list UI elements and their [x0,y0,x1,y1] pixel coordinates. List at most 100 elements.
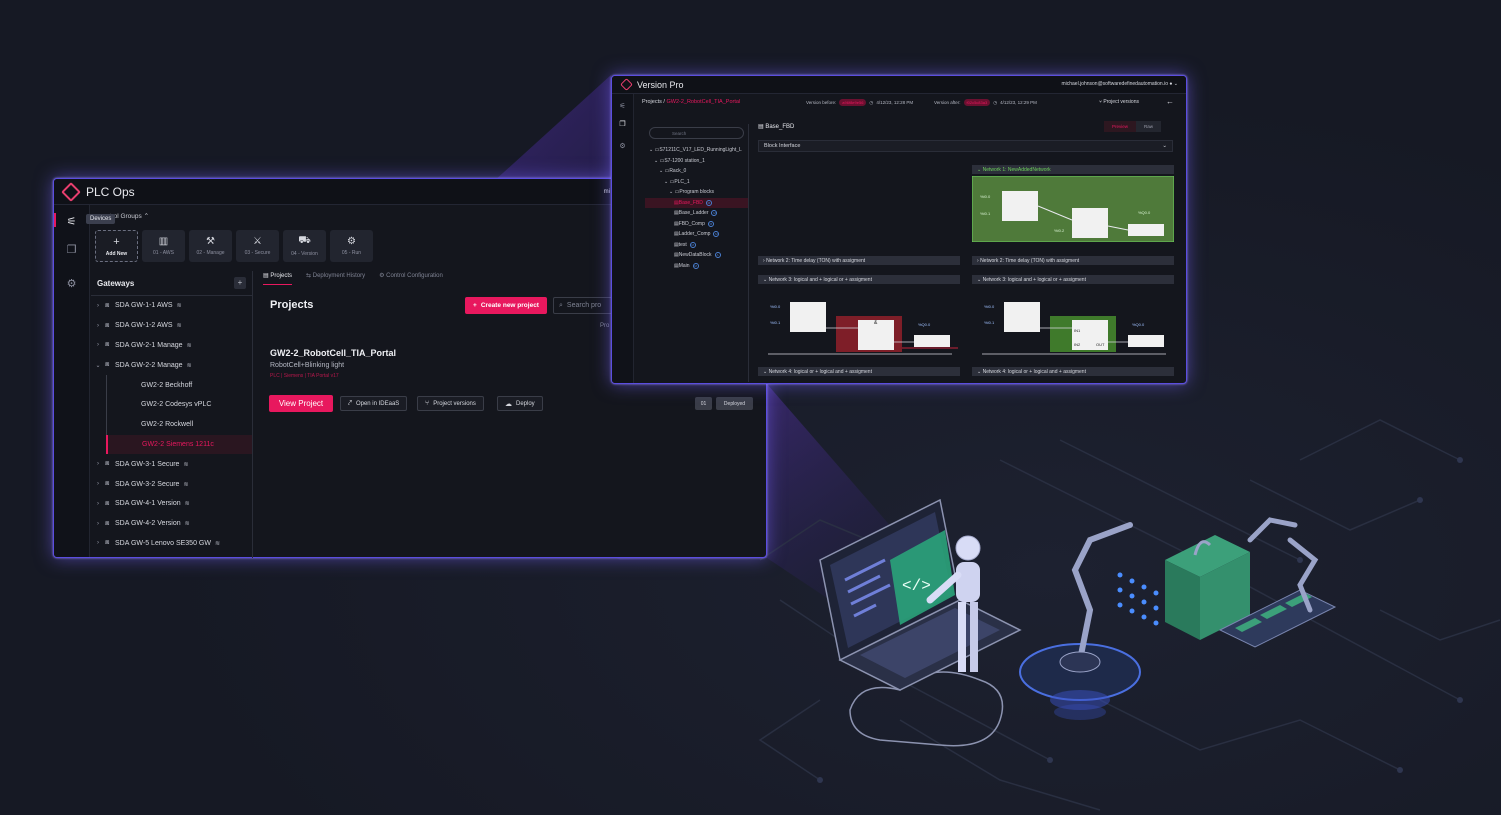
open-ide-button[interactable]: ⤤ Open in IDEaaS [340,396,408,411]
add-gateway-button[interactable]: + [234,277,246,289]
tree-node[interactable]: ▤ FBD_Comp M [645,219,748,230]
gateway-device-item[interactable]: GW2-2 Beckhoff [106,375,252,395]
network-4-right-header[interactable]: ⌄ Network 4: logical or + logical and + … [972,367,1174,376]
search-icon: ⌕ [559,301,563,309]
tab-control-configuration[interactable]: ⚙ Control Configuration [379,272,443,285]
control-group-tile[interactable]: ⛟ 04 - Version [283,230,326,262]
chevron-right-icon[interactable]: › [91,501,105,507]
tree-node[interactable]: ▤ Base_Ladder M [645,208,748,219]
tree-node[interactable]: ⌄ ▭ S7-1200 station_1 [645,156,748,167]
version-before[interactable]: Version before: a96f8e9e56 ◷ 4/12/23, 12:… [806,99,913,106]
tab-projects-label: Projects [270,273,293,279]
gateway-item[interactable]: › ⧈ SDA GW-1-1 AWS ≋ [91,296,252,316]
gateway-device-item[interactable]: GW2-2 Rockwell [106,414,252,435]
chevron-right-icon[interactable]: › [91,303,105,309]
tab-projects[interactable]: ▤ Projects [263,272,293,285]
diag-label: %I0.1 [770,320,781,325]
control-group-tile[interactable]: ▥ 01 - AWS [142,230,185,262]
files-icon[interactable]: ❐ [612,120,633,128]
stage: PLC Ops mi ⚟ ❐ ⚙ Devices ntrol Groups ⌃ … [0,0,1501,815]
chevron-right-icon[interactable]: › [91,481,105,487]
network-2-left-header[interactable]: › Network 2: Time delay (TON) with assig… [758,256,960,265]
tree-node[interactable]: ▤ Ladder_Comp M [645,229,748,240]
gateway-device-item[interactable]: GW2-2 Codesys vPLC [106,394,252,415]
devices-icon[interactable]: ⚟ [65,215,79,229]
tree-node[interactable]: ▤ test M [645,240,748,251]
group-icon: ⚙ [347,236,356,247]
chevron-right-icon[interactable]: › [91,323,105,329]
network-4-left-label: Network 4: logical or + logical and + as… [768,368,872,375]
chevron-right-icon[interactable]: › [91,342,105,348]
gateway-item[interactable]: ⌄ ⧈ SDA GW-2-2 Manage ≋ [91,355,252,375]
tree-search-input[interactable]: Search [649,127,744,139]
tree-node[interactable]: ⌄ ▭ Rack_0 [645,166,748,177]
folder-icon: ⌄ ▭ [669,189,680,196]
control-group-tile[interactable]: ⚒ 02 - Manage [189,230,232,262]
deploy-button[interactable]: ☁ Deploy [497,396,543,411]
tree-node[interactable]: ▤ Base_FBD M [645,197,748,208]
settings-gear-icon[interactable]: ⚙ [65,277,79,291]
chevron-right-icon[interactable]: › [91,540,105,546]
settings-gear-icon[interactable]: ⚙ [612,142,633,150]
tab-deployment-history[interactable]: ⇆ Deployment History [306,272,365,285]
devices-icon[interactable]: ⚟ [612,102,633,110]
network-3-right-header[interactable]: ⌄ Network 3: logical and + logical or + … [972,275,1174,284]
gateway-item[interactable]: › ⧈ SDA GW-4-1 Version ≋ [91,494,252,514]
tree-search-placeholder: Search [672,130,687,136]
version-after[interactable]: Version after: f02c5c83a3 ◷ 4/12/23, 12:2… [934,99,1037,106]
gateway-item[interactable]: › ⧈ SDA GW-2-1 Manage ≋ [91,336,252,356]
chevron-down-icon[interactable]: ⌄ [91,362,105,369]
block-icon: ▤ [758,124,764,130]
network-4-left-header[interactable]: ⌄ Network 4: logical or + logical and + … [758,367,960,376]
vp-project-versions-button[interactable]: ⑂ Project versions [1099,99,1139,105]
network-2-right-header[interactable]: › Network 2: Time delay (TON) with assig… [972,256,1174,265]
back-arrow-icon[interactable]: ← [1166,97,1174,106]
gateway-item[interactable]: › ⧈ SDA GW-3-1 Secure ≋ [91,454,252,474]
tile-label: 05 - Run [341,250,362,256]
tab-raw[interactable]: Raw [1136,121,1162,132]
chevron-right-icon[interactable]: › [91,461,105,467]
network-3-right-label: Network 3: logical and + logical or + as… [982,276,1086,283]
vp-nav-rail: ⚟ ❐ ⚙ [612,94,634,383]
gateway-label: SDA GW-3-2 Secure [115,480,180,488]
tab-deployment-history-label: Deployment History [312,273,366,279]
group-icon: ⚒ [206,236,215,247]
diag-label: %I0.0 [980,194,991,199]
version-chip: 01 [695,397,712,410]
gateway-item[interactable]: › ⧈ SDA GW-4-2 Version ≋ [91,514,252,534]
view-project-button[interactable]: View Project [269,395,333,412]
diag-label: IN2 [1074,342,1081,347]
gateway-icon: ⧈ [105,361,110,369]
breadcrumb-root[interactable]: Projects [642,99,662,105]
folder-icon: ⌄ ▭ [664,178,675,185]
gateway-device-item[interactable]: GW2-2 Siemens 1211c [106,434,252,455]
network-3-left-header[interactable]: ⌄ Network 3: logical and + logical or + … [758,275,960,284]
gateway-item[interactable]: › ⧈ SDA GW-1-2 AWS ≋ [91,316,252,336]
wifi-icon: ≋ [186,362,192,369]
tree-node[interactable]: ⌄ ▭ PLC_1 [645,177,748,188]
block-interface-dropdown[interactable]: Block Interface ⌄ [758,140,1173,152]
control-group-tile[interactable]: ⚔ 03 - Secure [236,230,279,262]
tree-node[interactable]: ▤ Main M [645,261,748,272]
tree-node-label: S7-1200 station_1 [664,157,705,164]
create-project-button[interactable]: + Create new project [465,297,547,314]
version-before-label: Version before: [806,100,837,105]
network-1-added-header[interactable]: ⌄ Network 1: NewAddedNetwork [972,165,1174,174]
gateway-item[interactable]: › ⧈ SDA GW-5 Lenovo SE350 GW ≋ [91,534,252,554]
tree-node[interactable]: ⌄ ▭ Program blocks [645,187,748,198]
chevron-right-icon[interactable]: › [91,521,105,527]
add-new-group-tile[interactable]: + Add New [95,230,138,262]
gateway-item[interactable]: › ⧈ SDA GW-3-2 Secure ≋ [91,474,252,494]
gateway-label: SDA GW-1-1 AWS [115,302,173,310]
vp-user-menu[interactable]: michael.johnson@softwaredefinedautomatio… [1061,81,1178,87]
gateway-label: SDA GW-2-1 Manage [115,341,183,349]
control-group-tile[interactable]: ⚙ 05 - Run [330,230,373,262]
project-versions-button[interactable]: ⑂ Project versions [417,396,484,411]
gateway-label: GW2-2 Rockwell [141,421,194,429]
project-search-input[interactable]: ⌕ Search pro [553,297,613,314]
branch-icon: ⑂ [1099,99,1103,105]
tab-preview[interactable]: Preview [1104,121,1137,132]
files-icon[interactable]: ❐ [65,243,79,257]
tree-node[interactable]: ⌄ ▭ S71211C_V17_LED_RunningLight_L [645,145,748,156]
tree-node[interactable]: ▤ NewDataBlock A [645,250,748,261]
